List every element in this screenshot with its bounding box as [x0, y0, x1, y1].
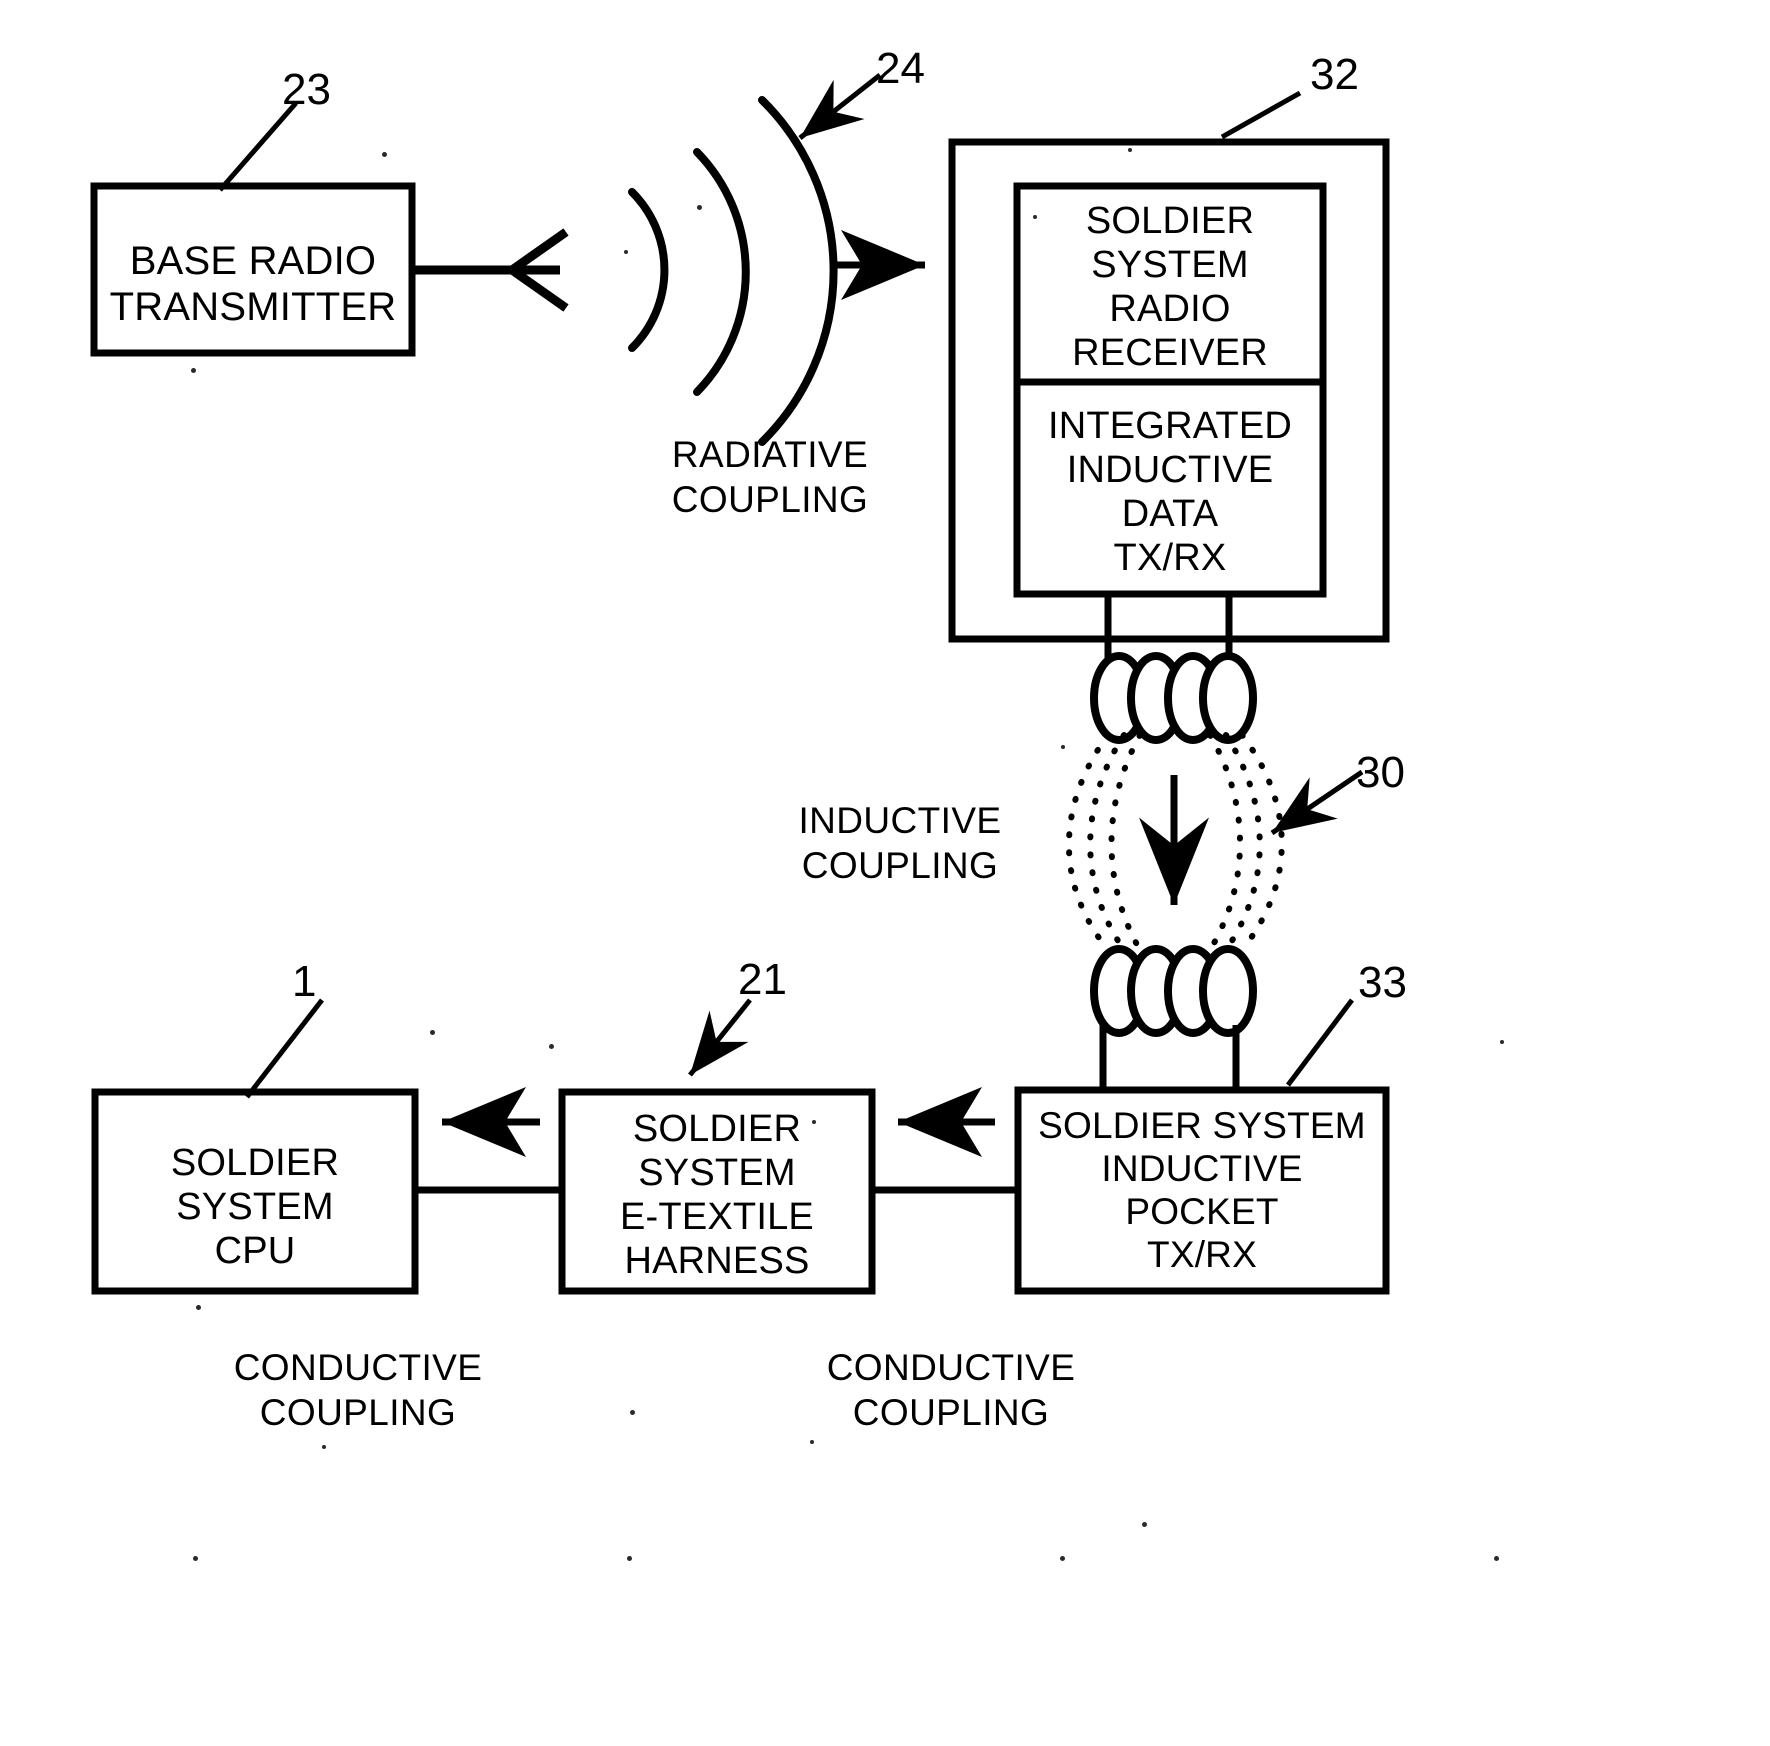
- scan-speck: [549, 1044, 554, 1049]
- soldier-system-cpu-label: SOLDIER SYSTEM CPU: [170, 1142, 340, 1273]
- leader-line-33: [1286, 998, 1354, 1087]
- antenna-prong-upper: [509, 228, 569, 274]
- inductive-coupling-caption: INDUCTIVE COUPLING: [798, 800, 1002, 887]
- radiative-coupling-caption: RADIATIVE COUPLING: [671, 434, 869, 521]
- antenna-prong-lower: [509, 266, 569, 312]
- leader-arrow-21: [688, 998, 752, 1077]
- soldier-system-etextile-harness-label: SOLDIER SYSTEM E-TEXTILE HARNESS: [620, 1108, 814, 1283]
- leader-arrow-24: [798, 73, 882, 140]
- scan-speck: [810, 1440, 814, 1444]
- scan-speck: [1142, 1522, 1147, 1527]
- ref-numeral-30: 30: [1356, 748, 1405, 797]
- conductive-coupling-right-caption: CONDUCTIVE COUPLING: [826, 1347, 1076, 1434]
- ref-numeral-32: 32: [1310, 50, 1359, 99]
- ref-numeral-33: 33: [1358, 958, 1407, 1007]
- patent-figure-canvas: 23 24 32 30 1 21 33 BASE RADIO TRANSMITT…: [0, 0, 1770, 1746]
- conductive-coupling-left-caption: CONDUCTIVE COUPLING: [233, 1347, 483, 1434]
- radiative-arc-1: [628, 188, 669, 352]
- soldier-system-radio-receiver-label: SOLDIER SYSTEM RADIO RECEIVER: [1072, 200, 1268, 375]
- ref-numeral-23: 23: [282, 65, 331, 114]
- scan-speck: [630, 1410, 635, 1415]
- scan-speck: [624, 250, 628, 254]
- lower-inductive-coil: [1090, 945, 1257, 1037]
- scan-speck: [1128, 148, 1132, 152]
- ref-numeral-24: 24: [876, 44, 925, 93]
- radiative-arc-3: [758, 96, 838, 446]
- leader-line-23: [218, 101, 298, 192]
- scan-speck: [1060, 1556, 1065, 1561]
- upper-inductive-coil: [1090, 652, 1257, 744]
- scan-speck: [697, 205, 702, 210]
- leader-line-32: [1220, 90, 1302, 140]
- ref-numeral-21: 21: [738, 955, 787, 1004]
- leader-line-1: [245, 998, 324, 1099]
- scan-speck: [1500, 1040, 1504, 1044]
- radiative-arc-2: [693, 148, 750, 396]
- scan-speck: [627, 1556, 632, 1561]
- scan-speck: [193, 1556, 198, 1561]
- scan-speck: [196, 1305, 201, 1310]
- scan-speck: [1061, 745, 1065, 749]
- scan-speck: [191, 368, 196, 373]
- scan-speck: [1494, 1556, 1499, 1561]
- leader-arrow-30: [1270, 769, 1364, 836]
- scan-speck: [322, 1445, 326, 1449]
- scan-speck: [430, 1030, 435, 1035]
- ref-numeral-1: 1: [292, 957, 317, 1006]
- base-radio-transmitter-label: BASE RADIO TRANSMITTER: [109, 239, 397, 330]
- soldier-system-inductive-pocket-label: SOLDIER SYSTEM INDUCTIVE POCKET TX/RX: [1038, 1105, 1366, 1275]
- scan-speck: [382, 152, 387, 157]
- integrated-inductive-data-label: INTEGRATED INDUCTIVE DATA TX/RX: [1047, 405, 1293, 580]
